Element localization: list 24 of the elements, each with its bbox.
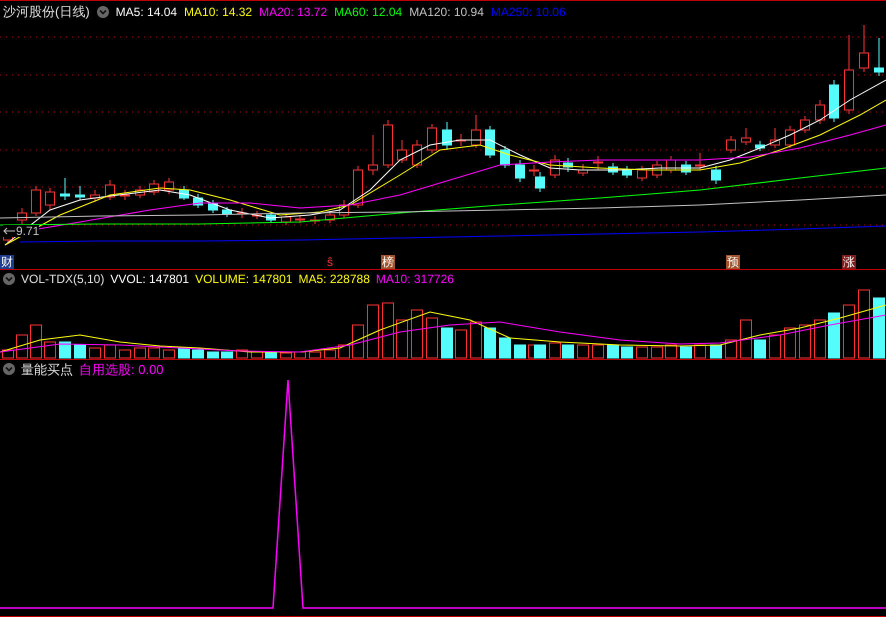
arrow-left-icon — [3, 227, 15, 235]
event-marker[interactable]: 榜 — [381, 255, 395, 269]
event-marker[interactable]: 涨 — [842, 255, 856, 269]
dropdown-icon[interactable] — [96, 6, 109, 18]
dropdown-icon[interactable] — [3, 273, 15, 285]
indicator-value: MA5: 228788 — [298, 273, 370, 285]
event-marker[interactable]: ŝ — [326, 255, 334, 269]
indicator-value: MA5: 14.04 — [116, 6, 178, 18]
chart-title: VOL-TDX(5,10) — [21, 273, 104, 285]
event-marker[interactable]: 财 — [0, 255, 14, 269]
indicator-value: VVOL: 147801 — [110, 273, 190, 285]
indicator-value: MA20: 13.72 — [259, 6, 328, 18]
event-marker[interactable]: 预 — [726, 255, 740, 269]
indicator-value: MA120: 10.94 — [409, 6, 484, 18]
dropdown-icon[interactable] — [3, 363, 15, 375]
chart-title: 量能买点 — [21, 362, 73, 376]
indicator-value: 自用选股: 0.00 — [79, 362, 164, 376]
indicator-value: MA60: 12.04 — [334, 6, 402, 18]
indicator-value: MA10: 317726 — [376, 273, 454, 285]
price-value: 9.71 — [16, 225, 40, 237]
indicator-value: MA250: 10.06 — [490, 6, 566, 18]
indicator-value: VOLUME: 147801 — [195, 273, 292, 285]
chart-title: 沙河股份(日线) — [3, 5, 90, 18]
indicator-value: MA10: 14.32 — [184, 6, 252, 18]
